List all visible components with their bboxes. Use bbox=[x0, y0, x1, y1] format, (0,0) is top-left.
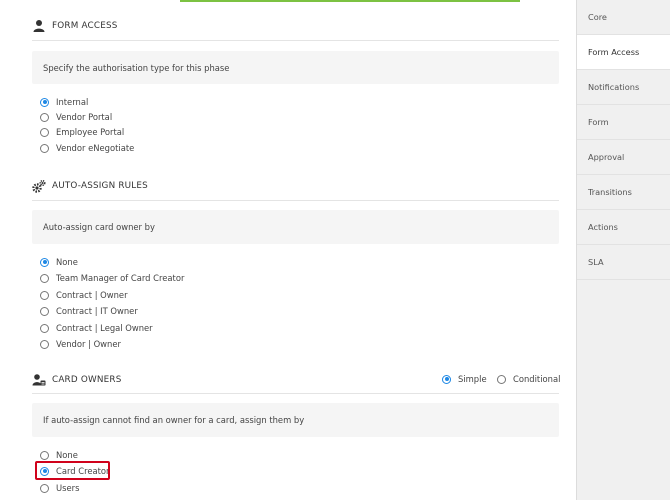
radio-label: Contract | Legal Owner bbox=[56, 323, 153, 333]
tab-label: Approval bbox=[588, 152, 625, 162]
card-owners-instruction-text: If auto-assign cannot find an owner for … bbox=[43, 415, 305, 425]
radio-label: Users bbox=[56, 483, 80, 493]
form-access-title: FORM ACCESS bbox=[52, 21, 118, 31]
card-owners-header: CARD OWNERS bbox=[32, 371, 122, 389]
radio-button[interactable] bbox=[40, 143, 49, 153]
mode-label: Conditional bbox=[513, 374, 561, 384]
mode-label: Simple bbox=[458, 374, 487, 384]
divider bbox=[32, 200, 559, 201]
radio-owner-none[interactable]: None bbox=[40, 448, 78, 462]
radio-label: None bbox=[56, 450, 78, 460]
tab-actions[interactable]: Actions bbox=[577, 210, 670, 245]
auto-assign-title: AUTO-ASSIGN RULES bbox=[52, 181, 148, 191]
radio-label: Team Manager of Card Creator bbox=[56, 273, 185, 283]
divider bbox=[32, 393, 559, 394]
radio-button-selected[interactable] bbox=[40, 257, 49, 267]
divider bbox=[32, 40, 559, 41]
radio-button[interactable] bbox=[40, 306, 49, 316]
radio-label: Vendor Portal bbox=[56, 112, 113, 122]
radio-label: Employee Portal bbox=[56, 127, 125, 137]
tab-label: Actions bbox=[588, 222, 618, 232]
radio-button[interactable] bbox=[40, 323, 49, 333]
radio-team-manager[interactable]: Team Manager of Card Creator bbox=[40, 271, 184, 285]
radio-internal[interactable]: Internal bbox=[40, 95, 88, 109]
radio-users[interactable]: Users bbox=[40, 481, 79, 495]
tab-core[interactable]: Core bbox=[577, 0, 670, 35]
form-access-instruction: Specify the authorisation type for this … bbox=[32, 51, 559, 84]
tab-label: Transitions bbox=[588, 187, 632, 197]
radio-vendor-owner[interactable]: Vendor | Owner bbox=[40, 337, 121, 351]
radio-label: Contract | Owner bbox=[56, 290, 128, 300]
radio-label: Internal bbox=[56, 97, 89, 107]
highlight-box bbox=[35, 461, 110, 480]
user-card-icon bbox=[32, 374, 46, 386]
tab-notifications[interactable]: Notifications bbox=[577, 70, 670, 105]
card-owners-instruction: If auto-assign cannot find an owner for … bbox=[32, 403, 559, 437]
radio-label: Contract | IT Owner bbox=[56, 306, 138, 316]
radio-button[interactable] bbox=[40, 112, 49, 122]
radio-contract-it-owner[interactable]: Contract | IT Owner bbox=[40, 304, 138, 318]
radio-vendor-enegotiate[interactable]: Vendor eNegotiate bbox=[40, 141, 134, 155]
auto-assign-instruction: Auto-assign card owner by bbox=[32, 210, 559, 244]
radio-vendor-portal[interactable]: Vendor Portal bbox=[40, 110, 112, 124]
user-icon bbox=[33, 20, 45, 32]
radio-button[interactable] bbox=[497, 374, 506, 384]
card-owners-title: CARD OWNERS bbox=[52, 375, 122, 385]
tab-label: Form bbox=[588, 117, 609, 127]
radio-employee-portal[interactable]: Employee Portal bbox=[40, 125, 124, 139]
tab-form[interactable]: Form bbox=[577, 105, 670, 140]
radio-label: None bbox=[56, 257, 78, 267]
mode-conditional[interactable]: Conditional bbox=[497, 372, 560, 386]
mode-simple[interactable]: Simple bbox=[442, 372, 487, 386]
tab-label: Form Access bbox=[588, 47, 640, 57]
auto-assign-header: AUTO-ASSIGN RULES bbox=[32, 177, 148, 195]
tab-approval[interactable]: Approval bbox=[577, 140, 670, 175]
form-access-header: FORM ACCESS bbox=[32, 17, 118, 35]
radio-button[interactable] bbox=[40, 127, 49, 137]
radio-contract-legal-owner[interactable]: Contract | Legal Owner bbox=[40, 321, 153, 335]
tab-label: SLA bbox=[588, 257, 604, 267]
radio-button[interactable] bbox=[40, 450, 49, 460]
main-content: FORM ACCESS Specify the authorisation ty… bbox=[0, 0, 576, 500]
radio-button[interactable] bbox=[40, 290, 49, 300]
gears-icon bbox=[32, 179, 46, 193]
auto-assign-instruction-text: Auto-assign card owner by bbox=[43, 222, 155, 232]
radio-none[interactable]: None bbox=[40, 255, 78, 269]
radio-label: Vendor | Owner bbox=[56, 339, 121, 349]
form-access-instruction-text: Specify the authorisation type for this … bbox=[43, 62, 230, 73]
radio-label: Vendor eNegotiate bbox=[56, 143, 135, 153]
radio-contract-owner[interactable]: Contract | Owner bbox=[40, 288, 128, 302]
tab-label: Core bbox=[588, 12, 607, 22]
sidebar: Core Form Access Notifications Form Appr… bbox=[576, 0, 670, 500]
radio-button-selected[interactable] bbox=[40, 97, 49, 107]
tab-form-access[interactable]: Form Access bbox=[577, 35, 670, 70]
tab-label: Notifications bbox=[588, 82, 640, 92]
radio-button[interactable] bbox=[40, 339, 49, 349]
tab-sla[interactable]: SLA bbox=[577, 245, 670, 280]
tab-transitions[interactable]: Transitions bbox=[577, 175, 670, 210]
radio-button-selected[interactable] bbox=[442, 374, 451, 384]
radio-button[interactable] bbox=[40, 483, 49, 493]
radio-button[interactable] bbox=[40, 273, 49, 283]
